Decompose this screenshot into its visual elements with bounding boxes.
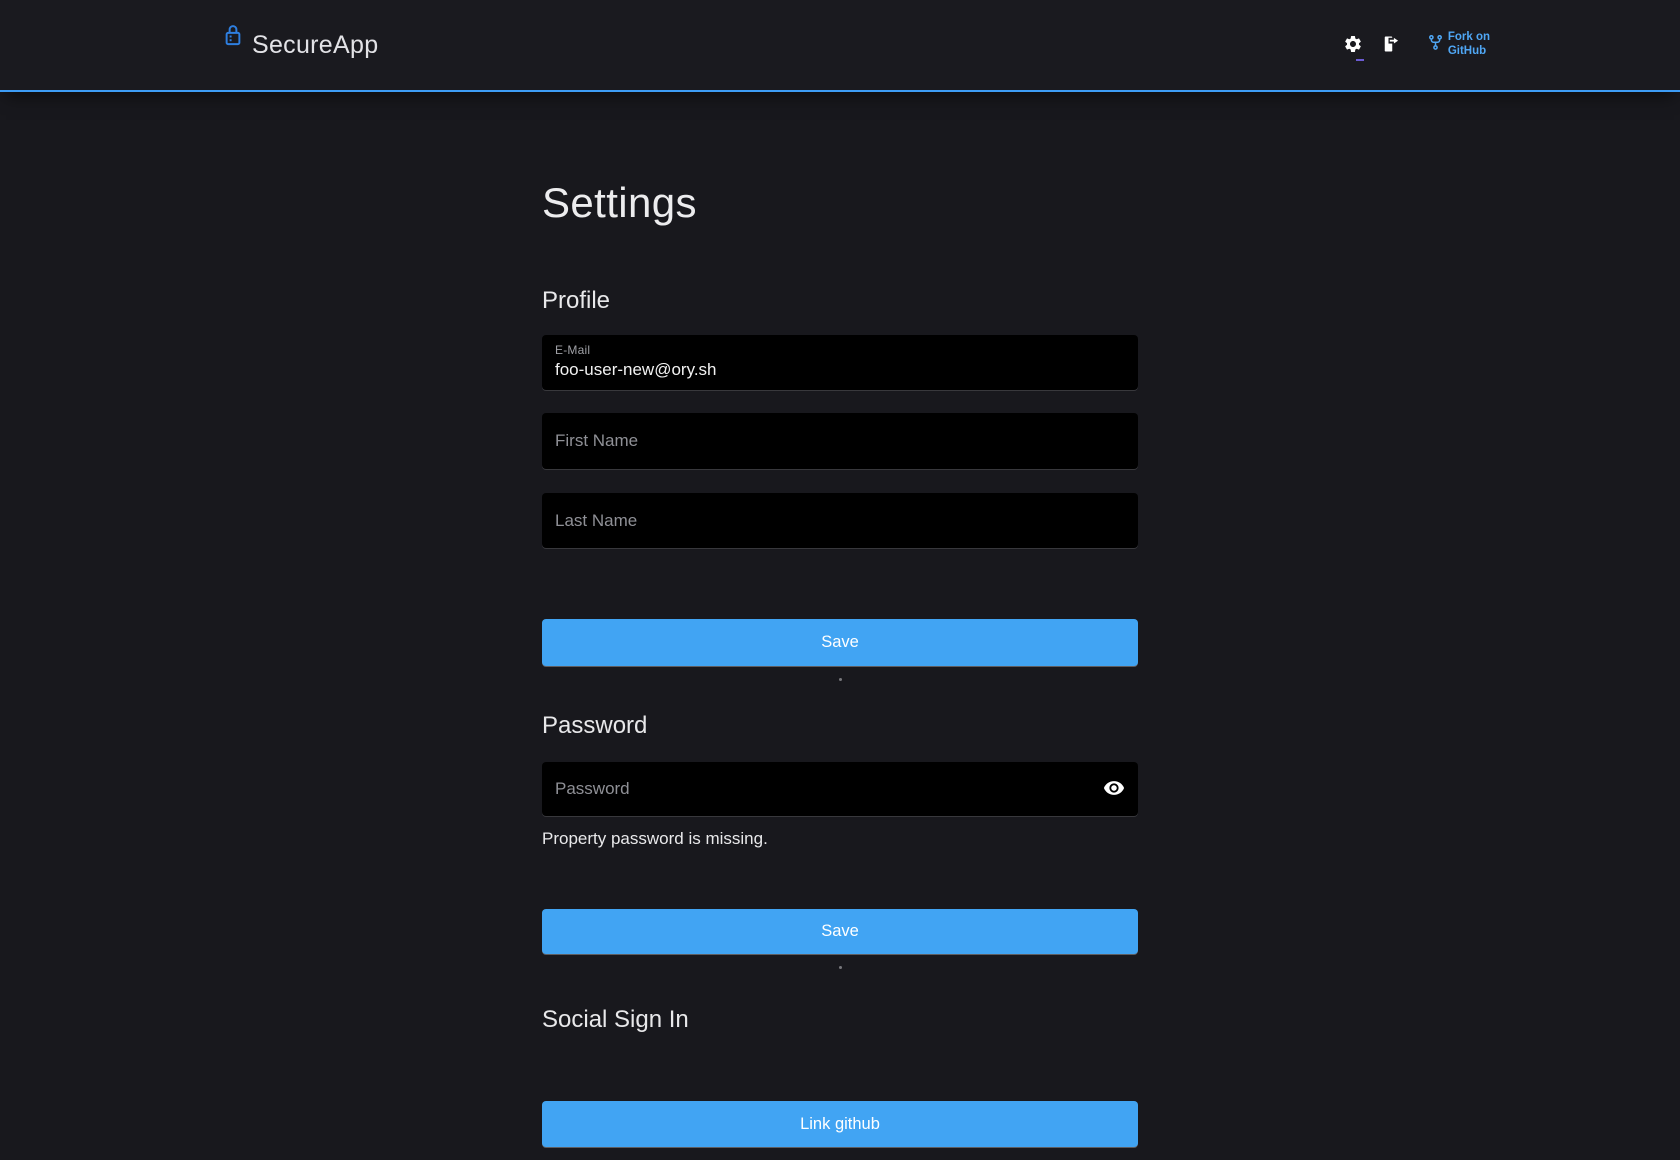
fork-link-text: Fork on GitHub xyxy=(1448,31,1490,59)
email-field-label: E-Mail xyxy=(555,343,1125,357)
email-input[interactable] xyxy=(555,360,1125,380)
form-status-dot xyxy=(839,966,842,969)
settings-button[interactable] xyxy=(1342,34,1364,56)
last-name-field[interactable] xyxy=(542,493,1138,548)
first-name-field[interactable] xyxy=(542,413,1138,469)
social-sign-in-heading: Social Sign In xyxy=(542,1005,1138,1034)
focus-indicator xyxy=(1356,59,1364,61)
save-profile-button[interactable]: Save xyxy=(542,619,1138,666)
fork-on-github-link[interactable]: Fork on GitHub xyxy=(1428,31,1490,59)
toggle-password-visibility-button[interactable] xyxy=(1103,778,1125,800)
first-name-input[interactable] xyxy=(555,431,1125,451)
form-status-dot xyxy=(839,678,842,681)
gear-icon xyxy=(1343,34,1363,57)
eye-icon xyxy=(1103,777,1125,802)
git-fork-icon xyxy=(1428,34,1443,56)
last-name-input[interactable] xyxy=(555,511,1125,531)
link-github-button[interactable]: Link github xyxy=(542,1101,1138,1147)
settings-page: Settings Profile E-Mail Save Password Pr… xyxy=(542,180,1138,1147)
profile-section-heading: Profile xyxy=(542,286,1138,315)
password-input[interactable] xyxy=(555,779,1093,799)
email-field[interactable]: E-Mail xyxy=(542,335,1138,390)
app-header: SecureApp xyxy=(0,0,1680,92)
lock-icon xyxy=(224,24,242,52)
password-section-heading: Password xyxy=(542,711,1138,740)
logout-button[interactable] xyxy=(1380,34,1402,56)
app-title: SecureApp xyxy=(252,31,378,60)
page-title: Settings xyxy=(542,180,1138,226)
logout-icon xyxy=(1381,34,1401,57)
password-field[interactable] xyxy=(542,762,1138,816)
header-actions: Fork on GitHub xyxy=(1342,31,1490,59)
password-error-message: Property password is missing. xyxy=(542,829,1138,849)
save-password-button[interactable]: Save xyxy=(542,909,1138,954)
brand: SecureApp xyxy=(224,31,378,60)
